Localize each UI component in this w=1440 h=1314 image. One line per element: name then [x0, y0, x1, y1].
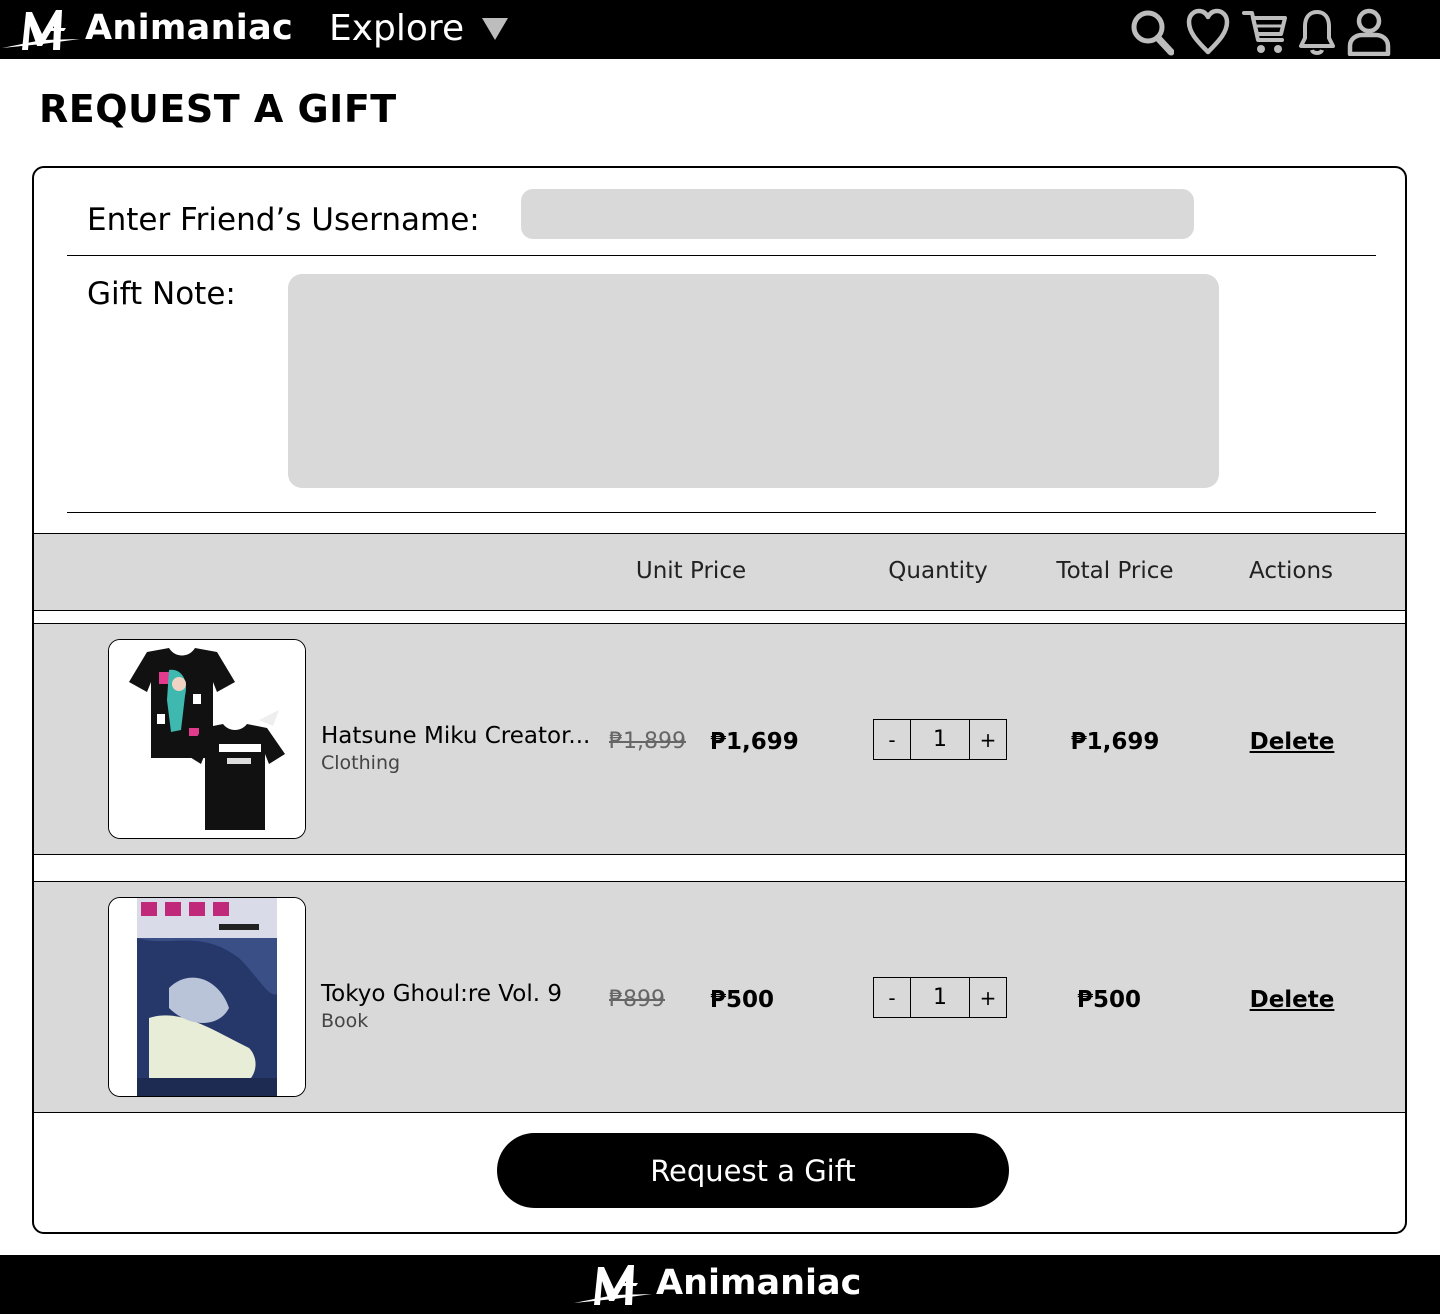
footer-brand-name[interactable]: Animaniac [656, 1261, 861, 1305]
total-price: ₱1,699 [1070, 729, 1160, 755]
animaniac-logo-icon[interactable] [574, 1261, 652, 1307]
divider [67, 512, 1376, 513]
quantity-stepper: - 1 + [873, 977, 1007, 1018]
gift-request-card: Enter Friend’s Username: Gift Note: Unit… [32, 166, 1407, 1234]
product-thumbnail[interactable] [108, 639, 306, 839]
bell-icon[interactable] [1298, 8, 1336, 56]
increase-quantity-button[interactable]: + [969, 720, 1006, 759]
table-row: Tokyo Ghoul:re Vol. 9 Book ₱899 ₱500 - 1… [34, 881, 1405, 1113]
header-total-price: Total Price [1056, 558, 1174, 584]
quantity-value[interactable]: 1 [911, 720, 969, 759]
animaniac-logo-icon[interactable] [2, 6, 80, 52]
total-price: ₱500 [1076, 987, 1142, 1013]
original-price: ₱899 [609, 987, 665, 1012]
product-thumbnail[interactable] [108, 897, 306, 1097]
explore-menu[interactable]: Explore [329, 7, 509, 51]
request-gift-button[interactable]: Request a Gift [497, 1133, 1009, 1208]
unit-price: ₱1,699 [710, 729, 799, 755]
cart-icon[interactable] [1242, 8, 1288, 56]
top-navbar: Animaniac Explore [0, 0, 1440, 59]
product-name[interactable]: Tokyo Ghoul:re Vol. 9 [321, 980, 562, 1008]
username-label: Enter Friend’s Username: [87, 202, 480, 238]
delete-button[interactable]: Delete [1250, 728, 1335, 756]
divider [67, 255, 1376, 256]
header-quantity: Quantity [888, 558, 988, 584]
footer: Animaniac [0, 1255, 1440, 1314]
header-actions: Actions [1248, 558, 1334, 584]
table-header: Unit Price Quantity Total Price Actions [34, 533, 1405, 611]
product-name[interactable]: Hatsune Miku Creator... [321, 722, 590, 750]
caret-down-icon[interactable] [482, 17, 509, 41]
book-cover-image [109, 898, 305, 1096]
explore-label[interactable]: Explore [329, 7, 464, 51]
product-category: Clothing [321, 752, 401, 774]
gift-note-label: Gift Note: [87, 276, 236, 312]
quantity-stepper: - 1 + [873, 719, 1007, 760]
gift-note-textarea[interactable] [288, 274, 1219, 488]
quantity-value[interactable]: 1 [911, 978, 969, 1017]
search-icon[interactable] [1130, 8, 1174, 56]
user-icon[interactable] [1347, 8, 1391, 56]
delete-button[interactable]: Delete [1250, 986, 1335, 1014]
decrease-quantity-button[interactable]: - [874, 978, 911, 1017]
decrease-quantity-button[interactable]: - [874, 720, 911, 759]
table-row: Hatsune Miku Creator... Clothing ₱1,899 … [34, 623, 1405, 855]
product-category: Book [321, 1010, 369, 1032]
brand-name[interactable]: Animaniac [85, 6, 293, 50]
heart-icon[interactable] [1186, 8, 1230, 56]
header-unit-price: Unit Price [635, 558, 747, 584]
page-title: REQUEST A GIFT [39, 87, 397, 131]
unit-price: ₱500 [710, 987, 775, 1013]
tshirt-image [109, 640, 305, 838]
original-price: ₱1,899 [609, 729, 686, 754]
username-input[interactable] [521, 189, 1194, 239]
increase-quantity-button[interactable]: + [969, 978, 1006, 1017]
